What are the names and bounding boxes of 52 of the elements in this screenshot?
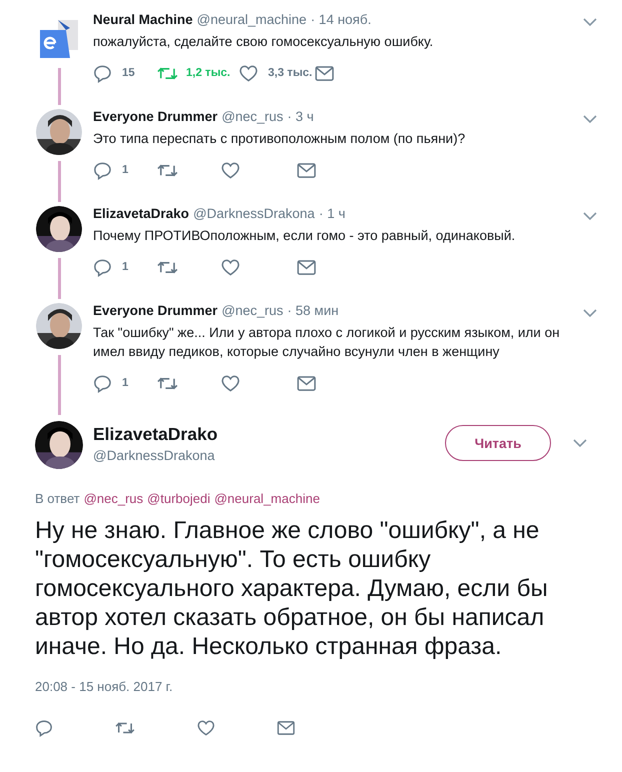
chevron-icon[interactable] xyxy=(583,18,597,26)
mail-icon[interactable] xyxy=(297,376,316,390)
mention-link[interactable]: @nec_rus xyxy=(84,491,144,506)
chevron-icon[interactable] xyxy=(583,309,597,317)
reply-icon[interactable] xyxy=(93,258,112,276)
reply-count: 1 xyxy=(122,261,128,273)
mail-icon[interactable] xyxy=(297,260,316,274)
tweet-text: пожалуйста, сделайте свою гомосексуальную ошибку. xyxy=(93,33,434,51)
tweet-text: Так "ошибку" же... Или у автора плохо с логикой и русским языком, или он имел ввиду педиков, которые случайно всунули член в женщину xyxy=(93,324,561,361)
mention-link[interactable]: @turbojedi xyxy=(147,491,210,506)
user-handle[interactable]: @DarknessDrakona xyxy=(193,206,315,221)
heart-icon[interactable] xyxy=(221,374,240,392)
mail-icon[interactable] xyxy=(277,721,295,735)
user-name[interactable]: ElizavetaDrako xyxy=(93,206,190,221)
tweet-text: Ну не знаю. Главное же слово "ошибку", а не "гомосексуальную". То есть ошибку гомосексуального характера. Думаю, если бы автор хотел сказать обратное, он бы написал иначе. Но да. Несколько странная фраза. xyxy=(35,516,549,661)
like-count: 3,3 тыс. xyxy=(268,67,312,79)
reply-to-label: В ответ xyxy=(35,491,80,506)
reply-count: 15 xyxy=(122,67,135,79)
user-handle[interactable]: @nec_rus xyxy=(222,303,284,318)
mail-icon[interactable] xyxy=(315,66,334,80)
user-handle[interactable]: @DarknessDrakona xyxy=(93,448,445,462)
retweet-count: 1,2 тыс. xyxy=(186,67,230,79)
user-handle[interactable]: @nec_rus xyxy=(222,109,284,124)
mention-link[interactable]: @neural_machine xyxy=(214,491,320,506)
user-name[interactable]: Neural Machine xyxy=(93,12,193,27)
heart-icon[interactable] xyxy=(239,64,258,82)
tweet-text: Это типа переспать с противоположным полом (по пьяни)? xyxy=(93,130,466,148)
follow-button[interactable]: Читать xyxy=(445,425,551,461)
chevron-icon[interactable] xyxy=(583,115,597,123)
mail-icon[interactable] xyxy=(297,162,316,178)
heart-icon[interactable] xyxy=(221,162,240,178)
reply-icon[interactable] xyxy=(93,374,112,392)
user-name[interactable]: ElizavetaDrako xyxy=(93,424,445,444)
chevron-icon[interactable] xyxy=(573,439,587,447)
tweet-text: Почему ПРОТИВОположным, если гомо - это равный, одинаковый. xyxy=(93,227,516,245)
heart-icon[interactable] xyxy=(197,720,215,736)
chevron-icon[interactable] xyxy=(583,212,597,220)
tweet-time[interactable]: · 1 ч xyxy=(318,206,346,221)
reply-count: 1 xyxy=(122,164,128,176)
retweet-icon[interactable] xyxy=(115,720,135,736)
reply-icon[interactable] xyxy=(93,64,112,82)
tweet-time[interactable]: · 58 мин xyxy=(287,303,339,318)
tweet-time[interactable]: · 3 ч xyxy=(287,109,314,124)
user-name[interactable]: Everyone Drummer xyxy=(93,303,218,318)
reply-count: 1 xyxy=(122,377,128,389)
reply-icon[interactable] xyxy=(93,160,112,180)
heart-icon[interactable] xyxy=(221,258,240,276)
tweet-timestamp: 20:08 - 15 нояб. 2017 г. xyxy=(35,679,174,694)
user-name[interactable]: Everyone Drummer xyxy=(93,109,218,124)
user-handle[interactable]: @neural_machine xyxy=(196,12,307,27)
reply-icon[interactable] xyxy=(35,719,53,737)
tweet-time[interactable]: · 14 нояб. xyxy=(310,12,372,27)
